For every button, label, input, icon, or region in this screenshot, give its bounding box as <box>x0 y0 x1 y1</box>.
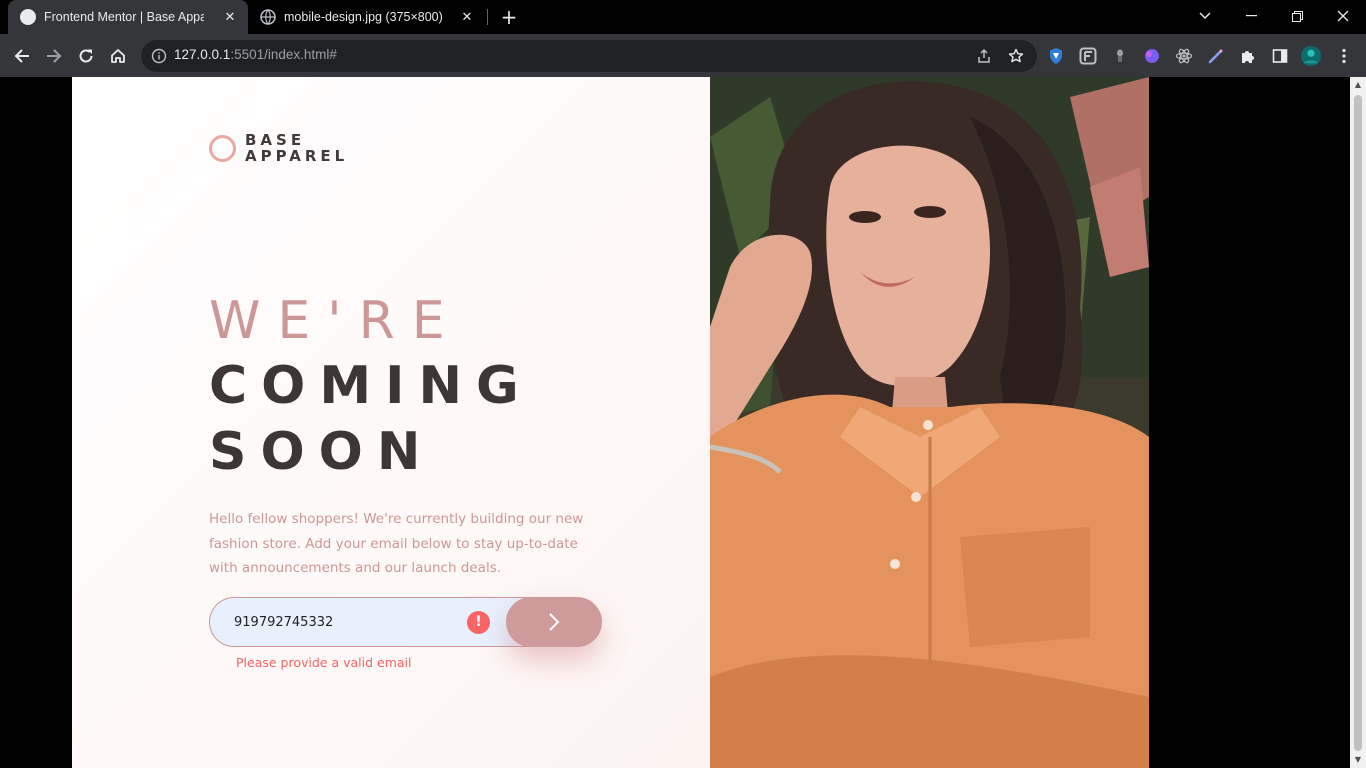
logo-text: BASE APPAREL <box>245 132 349 165</box>
description: Hello fellow shoppers! We're currently b… <box>209 511 584 576</box>
globe-icon <box>260 9 276 25</box>
restore-icon[interactable] <box>1274 0 1320 32</box>
url-path: :5501/index.html# <box>230 47 337 62</box>
reload-icon[interactable] <box>72 42 100 70</box>
profile-avatar-icon[interactable] <box>1301 46 1321 66</box>
page-viewport: BASE APPAREL WE'RE COMING SOON Hello fel… <box>0 77 1366 768</box>
headline-dark-2: SOON <box>209 422 435 482</box>
shield-extension-icon[interactable] <box>1046 46 1066 66</box>
puzzle-icon[interactable] <box>1238 46 1258 66</box>
tab-title: Frontend Mentor | Base Apparel coming so… <box>44 10 204 24</box>
scrollbar[interactable]: ▲ ▼ <box>1350 77 1366 768</box>
browser-toolbar: 127.0.0.1:5501/index.html# <box>0 34 1366 77</box>
address-bar[interactable]: 127.0.0.1:5501/index.html# <box>141 40 1037 72</box>
eyedropper-extension-icon[interactable] <box>1110 46 1130 66</box>
logo-circle-icon <box>209 135 236 162</box>
scroll-thumb[interactable] <box>1354 95 1362 751</box>
scroll-down-icon[interactable]: ▼ <box>1354 756 1362 764</box>
content-panel: BASE APPAREL WE'RE COMING SOON Hello fel… <box>72 77 710 768</box>
pen-extension-icon[interactable] <box>1206 46 1226 66</box>
minimize-icon[interactable] <box>1228 0 1274 32</box>
logo: BASE APPAREL <box>209 132 349 165</box>
info-icon[interactable] <box>151 48 167 64</box>
model-photo <box>710 77 1149 768</box>
home-icon[interactable] <box>104 42 132 70</box>
frame-extension-icon[interactable] <box>1078 46 1098 66</box>
tab-separator <box>487 9 488 25</box>
headline-light: WE'RE <box>209 291 462 351</box>
close-window-icon[interactable] <box>1320 0 1366 32</box>
page-title: WE'RE COMING SOON <box>209 289 533 485</box>
color-extension-icon[interactable] <box>1142 46 1162 66</box>
url-host: 127.0.0.1 <box>174 47 231 62</box>
chevron-right-icon <box>549 613 560 631</box>
url-text: 127.0.0.1:5501/index.html# <box>174 47 337 62</box>
sidepanel-icon[interactable] <box>1270 46 1290 66</box>
hero-image <box>710 77 1149 768</box>
tab-strip: Frontend Mentor | Base Apparel coming so… <box>0 0 1366 34</box>
react-devtools-icon[interactable] <box>1174 46 1194 66</box>
headline-dark-1: COMING <box>209 356 533 416</box>
tab-title: mobile-design.jpg (375×800) <box>284 10 443 24</box>
scroll-up-icon[interactable]: ▲ <box>1354 81 1362 89</box>
close-tab-icon[interactable]: ✕ <box>222 9 238 25</box>
error-icon: ! <box>467 611 490 634</box>
menu-icon[interactable] <box>1334 46 1354 66</box>
share-icon[interactable] <box>975 47 993 65</box>
email-error-message: Please provide a valid email <box>236 655 412 670</box>
star-icon[interactable] <box>1007 47 1025 65</box>
tab-mobile-design[interactable]: mobile-design.jpg (375×800) ✕ <box>250 0 485 34</box>
frontend-mentor-favicon-icon <box>20 9 36 25</box>
forward-icon[interactable] <box>40 42 68 70</box>
logo-line-2: APPAREL <box>245 146 349 165</box>
new-tab-icon[interactable]: + <box>498 6 520 28</box>
tab-search-icon[interactable] <box>1182 0 1228 32</box>
email-form: ! <box>209 597 602 647</box>
back-icon[interactable] <box>8 42 36 70</box>
close-tab-icon[interactable]: ✕ <box>459 9 475 25</box>
tab-base-apparel[interactable]: Frontend Mentor | Base Apparel coming so… <box>8 0 248 34</box>
submit-button[interactable] <box>506 597 602 647</box>
